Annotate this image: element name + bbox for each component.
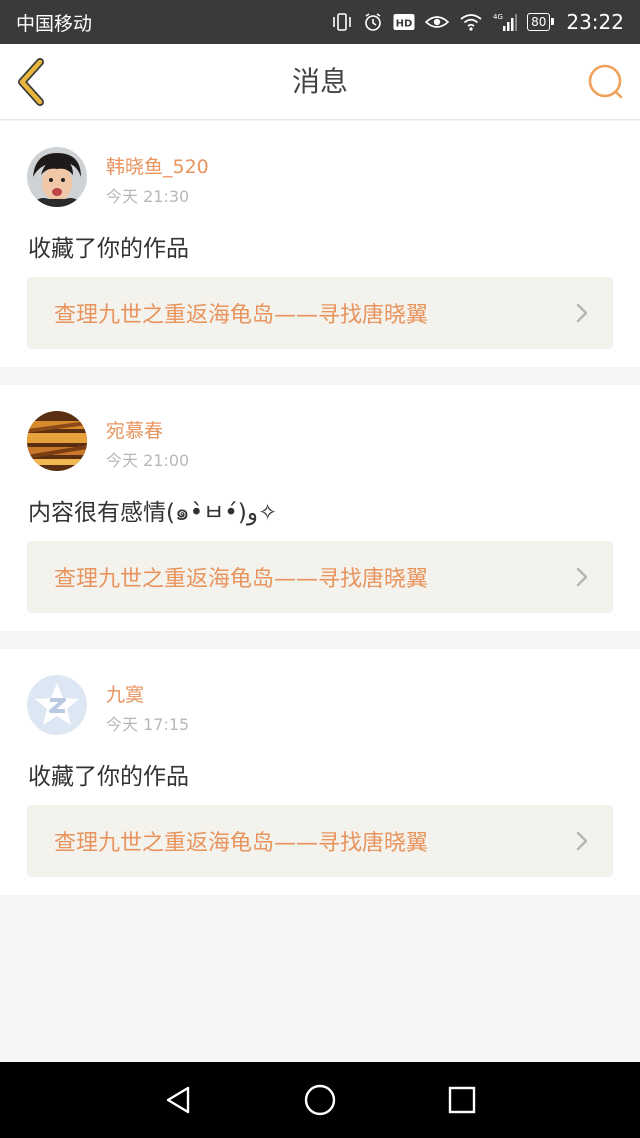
alarm-icon	[363, 12, 383, 32]
message-text: 内容很有感情(๑•̀ㅂ•́)و✧	[28, 500, 278, 526]
message-card: 九寞 今天 17:15 收藏了你的作品 查理九世之重返海龟岛——寻找唐晓翼	[0, 649, 640, 895]
eye-icon	[425, 14, 450, 30]
message-card: 宛慕春 今天 21:00 内容很有感情(๑•̀ㅂ•́)و✧ 查理九世之重返海龟岛…	[0, 385, 640, 631]
battery-icon: 80	[527, 13, 555, 31]
avatar[interactable]	[27, 147, 87, 207]
work-title: 查理九世之重返海龟岛——寻找唐晓翼	[54, 567, 429, 592]
work-link[interactable]: 查理九世之重返海龟岛——寻找唐晓翼	[27, 541, 613, 613]
chevron-right-icon	[576, 567, 588, 587]
status-bar: 中国移动 HD 4G 80 23:22	[0, 0, 640, 44]
nav-back-button[interactable]	[160, 1082, 196, 1118]
search-button[interactable]	[586, 62, 626, 102]
work-link[interactable]: 查理九世之重返海龟岛——寻找唐晓翼	[27, 277, 613, 349]
vibrate-icon	[331, 13, 353, 31]
username[interactable]: 宛慕春	[106, 416, 163, 443]
clock-time: 23:22	[566, 10, 624, 34]
battery-level: 80	[531, 15, 547, 29]
svg-text:4G: 4G	[493, 13, 503, 21]
header: 消息	[0, 44, 640, 120]
username[interactable]: 九寞	[106, 680, 144, 707]
avatar[interactable]	[27, 411, 87, 471]
message-text: 收藏了你的作品	[28, 764, 189, 790]
avatar[interactable]	[27, 675, 87, 735]
chevron-right-icon	[576, 303, 588, 323]
hd-icon: HD	[393, 13, 415, 31]
timestamp: 今天 21:30	[106, 187, 190, 206]
chevron-left-icon	[18, 58, 44, 106]
work-link[interactable]: 查理九世之重返海龟岛——寻找唐晓翼	[27, 805, 613, 877]
svg-text:HD: HD	[396, 19, 413, 30]
chevron-right-icon	[576, 831, 588, 851]
nav-recent-button[interactable]	[444, 1082, 480, 1118]
wifi-icon	[459, 13, 483, 31]
navigation-bar	[0, 1062, 640, 1138]
circle-home-icon	[304, 1084, 336, 1116]
triangle-back-icon	[166, 1086, 190, 1114]
square-recent-icon	[448, 1086, 476, 1114]
page-title: 消息	[291, 65, 348, 98]
signal-4g-icon: 4G	[493, 12, 518, 32]
nav-home-button[interactable]	[302, 1082, 338, 1118]
message-card: 韩晓鱼_520 今天 21:30 收藏了你的作品 查理九世之重返海龟岛——寻找唐…	[0, 121, 640, 367]
message-text: 收藏了你的作品	[28, 236, 189, 262]
message-list: 韩晓鱼_520 今天 21:30 收藏了你的作品 查理九世之重返海龟岛——寻找唐…	[0, 121, 640, 913]
work-title: 查理九世之重返海龟岛——寻找唐晓翼	[54, 303, 429, 328]
back-button[interactable]	[14, 58, 54, 106]
work-title: 查理九世之重返海龟岛——寻找唐晓翼	[54, 831, 429, 856]
username[interactable]: 韩晓鱼_520	[106, 152, 209, 179]
carrier-label: 中国移动	[16, 12, 93, 35]
timestamp: 今天 21:00	[106, 451, 190, 470]
timestamp: 今天 17:15	[106, 715, 190, 734]
search-icon	[588, 64, 623, 99]
